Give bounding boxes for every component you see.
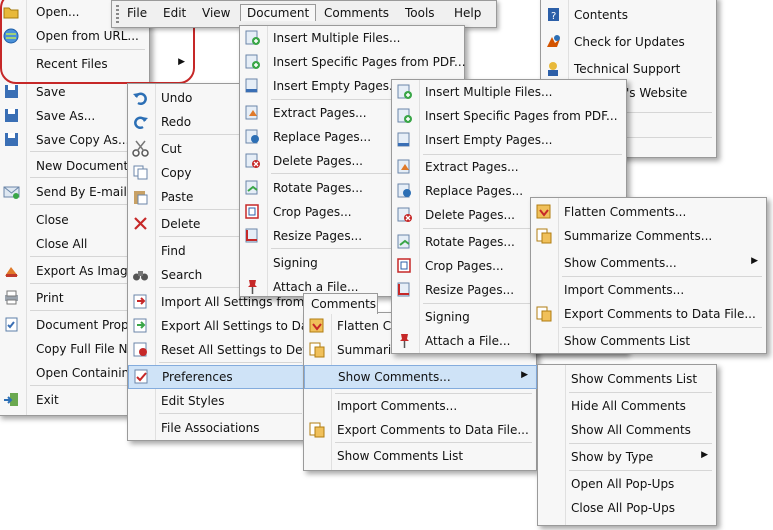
paste-icon [132,188,149,205]
printer-icon [3,289,20,306]
copy-icon [132,164,149,181]
menu-item-extract-pages[interactable]: Extract Pages... [392,156,626,178]
svg-text:?: ? [551,11,556,22]
reset-settings-icon [132,341,149,358]
delete-pages-icon [396,206,413,223]
empty-page-icon [396,131,413,148]
menu-item-show-all-comments[interactable]: Show All Comments [538,419,716,441]
toolbar-grip-icon[interactable] [116,5,119,23]
menu-item-insert-multiple-files[interactable]: Insert Multiple Files... [240,27,464,49]
menu-item-reset-all-settings[interactable]: Reset All Settings to Defaul [128,339,325,361]
menu-item-insert-multiple-files[interactable]: Insert Multiple Files... [392,81,626,103]
preferences-icon [133,368,150,385]
insert-files-icon [244,29,261,46]
crop-pages-icon [244,203,261,220]
export-comments-icon [535,305,552,322]
menu-item-insert-empty-pages[interactable]: Insert Empty Pages... [392,129,626,151]
menu-item-show-by-type[interactable]: Show by Type ▶ [538,446,716,468]
extract-pages-icon [396,158,413,175]
summarize-comments-icon [535,227,552,244]
summarize-comments-icon [308,341,325,358]
menu-item-preferences[interactable]: Preferences [128,365,307,389]
menu-item-insert-specific-pages[interactable]: Insert Specific Pages from PDF... [392,105,626,127]
binoculars-icon [132,266,149,283]
delete-pages-icon [244,152,261,169]
menu-item-show-comments[interactable]: Show Comments... ▶ [531,252,766,274]
replace-pages-icon [396,182,413,199]
help-book-icon: ? [545,6,562,23]
menu-item-hide-all-comments[interactable]: Hide All Comments [538,395,716,417]
menu-item-summarize-comments[interactable]: Summarize Comments... [531,225,766,247]
menu-item-export-comments[interactable]: Export Comments to Data File... [531,303,766,325]
save-as-icon [3,107,20,124]
menu-item-import-comments[interactable]: Import Comments... [304,395,536,417]
crop-pages-icon [396,257,413,274]
rotate-pages-icon [244,179,261,196]
update-icon [545,33,562,50]
exit-icon [3,391,20,408]
menu-item-flatten-comments[interactable]: Flatten Comments... [531,201,766,223]
comments-menu-2: Flatten Comments... Summarize Comments..… [530,197,767,354]
menu-item-file-associations[interactable]: File Associations [128,417,306,439]
pushpin-icon [396,332,413,349]
menu-item-show-comments-list[interactable]: Show Comments List [531,330,766,352]
insert-pages-icon [396,107,413,124]
rotate-pages-icon [396,233,413,250]
menubar-edit[interactable]: Edit [163,6,186,20]
menu-item-show-comments-list[interactable]: Show Comments List [304,445,536,467]
flatten-comments-icon [308,317,325,334]
export-image-icon [3,262,20,279]
delete-x-icon [132,215,149,232]
save-copy-icon [3,131,20,148]
pushpin-icon [244,278,261,295]
empty-page-icon [244,77,261,94]
menu-item-edit-styles[interactable]: Edit Styles [128,390,306,412]
menu-item-show-comments-list[interactable]: Show Comments List [538,368,716,390]
export-settings-icon [132,317,149,334]
resize-pages-icon [396,281,413,298]
import-settings-icon [132,293,149,310]
menu-item-open-all-popups[interactable]: Open All Pop-Ups [538,473,716,495]
replace-pages-icon [244,128,261,145]
insert-files-icon [396,83,413,100]
email-icon [3,183,20,200]
resize-pages-icon [244,227,261,244]
menu-item-export-all-settings[interactable]: Export All Settings to Data F [128,315,331,337]
submenu-arrow-icon: ▶ [701,450,708,460]
submenu-arrow-icon: ▶ [521,370,528,380]
menubar-tools[interactable]: Tools [405,6,435,20]
support-person-icon [545,60,562,77]
comments-tab[interactable]: Comments [303,293,378,314]
menu-item-contents[interactable]: ? Contents [541,4,716,26]
menu-item-show-comments[interactable]: Show Comments... ▶ [304,365,537,389]
menubar-comments[interactable]: Comments [324,6,389,20]
submenu-arrow-icon: ▶ [751,256,758,266]
menubar-help[interactable]: Help [454,6,481,20]
scissors-icon [132,140,149,157]
insert-pages-icon [244,53,261,70]
undo-icon [132,89,149,106]
export-comments-icon [308,421,325,438]
show-comments-submenu: Show Comments List Hide All Comments Sho… [537,364,717,526]
extract-pages-icon [244,104,261,121]
redo-icon [132,113,149,130]
menu-item-insert-specific-pages[interactable]: Insert Specific Pages from PDF... [240,51,466,73]
menu-bar: File Edit View Document Comments Tools H… [111,0,497,28]
menu-item-close-all-popups[interactable]: Close All Pop-Ups [538,497,716,519]
document-properties-icon [3,316,20,333]
flatten-comments-icon [535,203,552,220]
menu-item-export-comments[interactable]: Export Comments to Data File... [304,419,536,441]
floppy-disk-icon [3,83,20,100]
menubar-file[interactable]: File [127,6,147,20]
menu-item-technical-support[interactable]: Technical Support [541,58,716,80]
menu-item-import-comments[interactable]: Import Comments... [531,279,766,301]
menu-item-check-for-updates[interactable]: Check for Updates [541,31,716,53]
menubar-view[interactable]: View [202,6,230,20]
menubar-document[interactable]: Document [240,4,317,21]
